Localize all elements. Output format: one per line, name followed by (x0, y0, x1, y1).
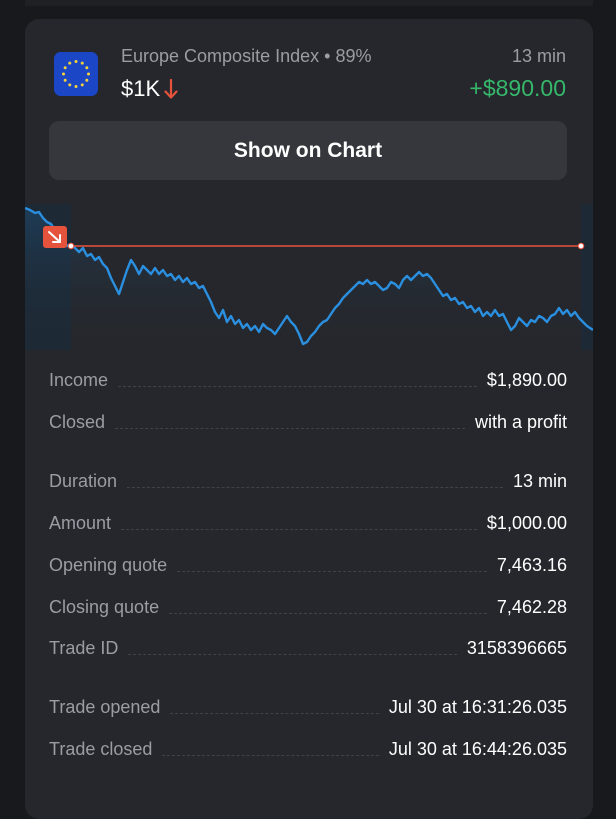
detail-label: Amount (49, 513, 112, 533)
dotted-leader (127, 487, 503, 488)
detail-value: with a profit (474, 412, 567, 432)
dotted-leader (162, 755, 379, 756)
detail-row-closed: Closed with a profit (49, 403, 567, 433)
detail-value: $1,000.00 (486, 513, 567, 533)
dotted-leader (170, 713, 379, 714)
detail-value: 7,463.16 (496, 555, 567, 575)
detail-row-trade-closed: Trade closed Jul 30 at 16:44:26.035 (49, 730, 567, 760)
detail-row-opening-quote: Opening quote 7,463.16 (49, 546, 567, 576)
trade-chart (25, 204, 593, 350)
asset-name: Europe Composite Index (121, 46, 320, 66)
detail-value: $1,890.00 (486, 370, 567, 390)
detail-label: Trade opened (49, 697, 161, 717)
payout-percent: 89% (335, 46, 372, 66)
detail-row-duration: Duration 13 min (49, 462, 567, 492)
detail-row-income: Income $1,890.00 (49, 361, 567, 391)
trade-profit: +$890.00 (469, 75, 566, 101)
detail-value: Jul 30 at 16:31:26.035 (388, 697, 567, 717)
detail-label: Trade closed (49, 739, 153, 759)
detail-label: Duration (49, 471, 118, 491)
open-marker (67, 242, 75, 250)
detail-row-trade-id: Trade ID 3158396665 (49, 629, 567, 659)
detail-label: Trade ID (49, 638, 119, 658)
detail-row-trade-opened: Trade opened Jul 30 at 16:31:26.035 (49, 688, 567, 718)
detail-value: Jul 30 at 16:44:26.035 (388, 739, 567, 759)
detail-row-closing-quote: Closing quote 7,462.28 (49, 588, 567, 618)
dotted-leader (118, 386, 477, 387)
trade-amount-row: $1K (121, 76, 178, 102)
previous-card-edge (25, 0, 593, 6)
trade-direction-badge (43, 226, 67, 248)
dotted-leader (169, 613, 487, 614)
arrow-down-icon (164, 78, 178, 100)
show-on-chart-button[interactable]: Show on Chart (49, 121, 567, 180)
dotted-leader (121, 529, 477, 530)
detail-label: Opening quote (49, 555, 168, 575)
detail-value: 13 min (512, 471, 567, 491)
dotted-leader (128, 654, 457, 655)
trade-amount: $1K (121, 76, 161, 101)
dotted-leader (177, 571, 487, 572)
detail-row-amount: Amount $1,000.00 (49, 504, 567, 534)
detail-label: Closing quote (49, 597, 160, 617)
detail-value: 7,462.28 (496, 597, 567, 617)
separator-dot: • (324, 46, 336, 66)
detail-label: Income (49, 370, 109, 390)
asset-title: Europe Composite Index • 89% (121, 46, 371, 67)
trade-duration: 13 min (511, 46, 566, 66)
detail-label: Closed (49, 412, 106, 432)
eu-flag-icon (54, 52, 98, 96)
dotted-leader (115, 428, 465, 429)
trade-card: Europe Composite Index • 89% $1K 13 min … (25, 19, 593, 819)
close-marker (577, 242, 585, 250)
detail-value: 3158396665 (466, 638, 567, 658)
